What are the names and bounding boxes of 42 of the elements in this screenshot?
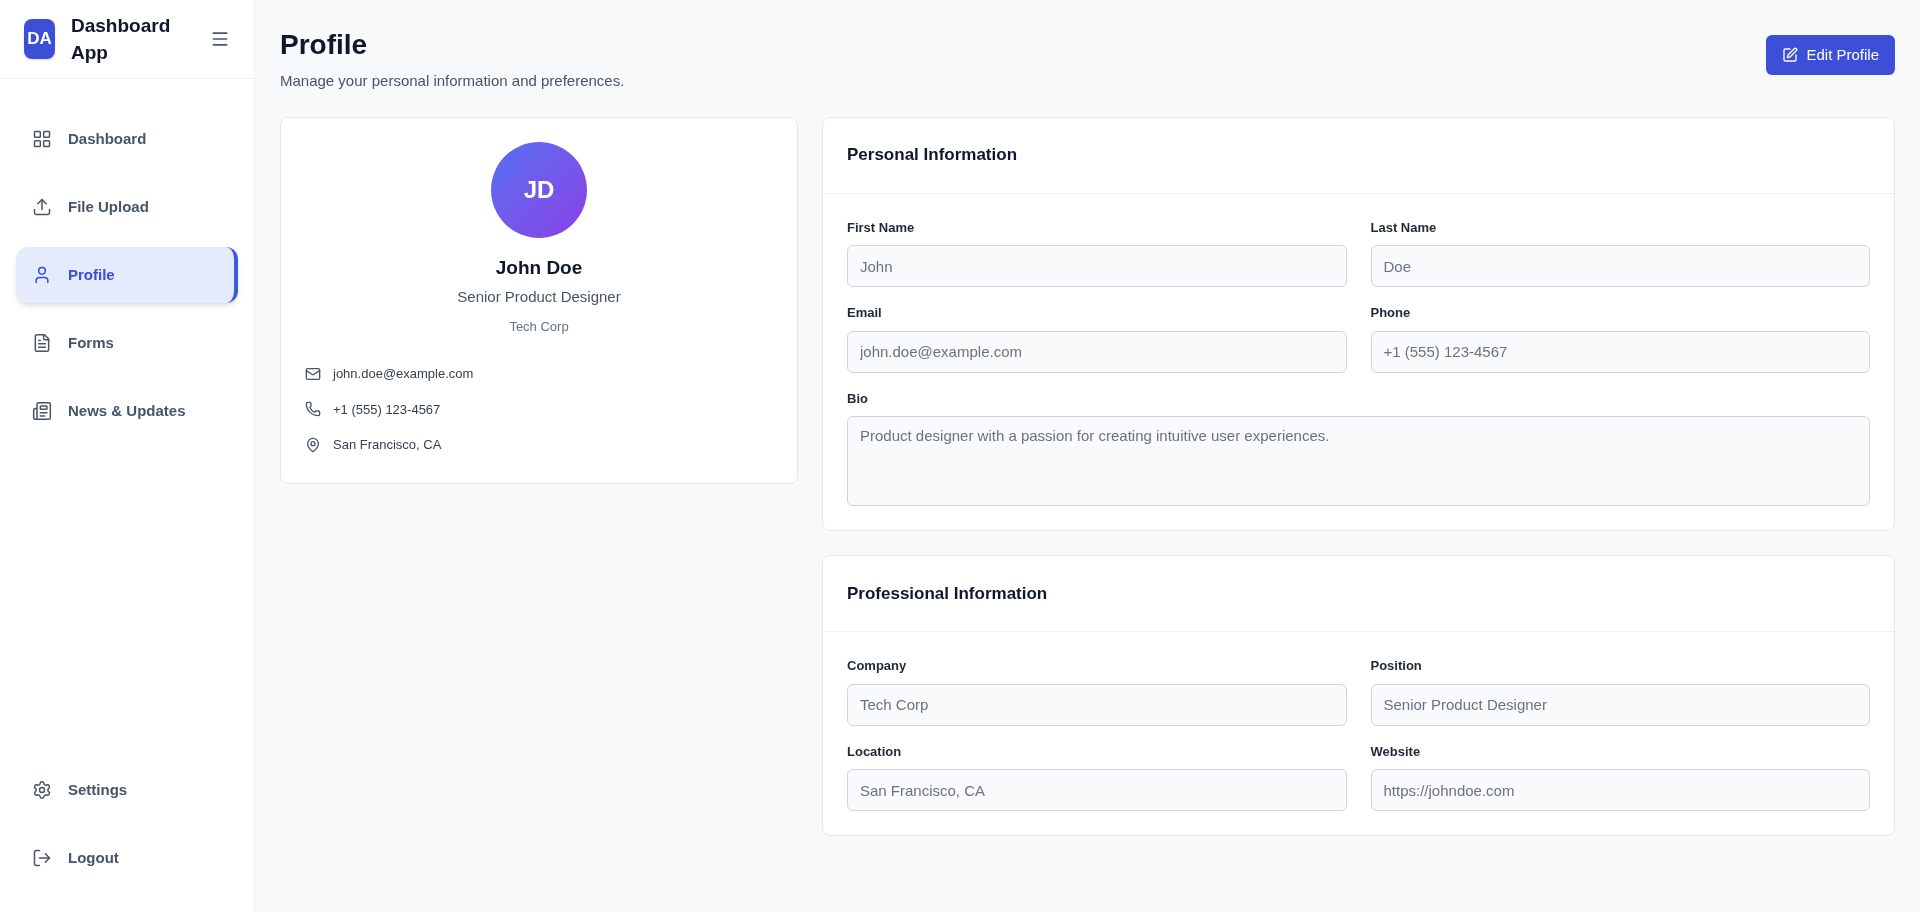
field-label: Location: [847, 742, 903, 761]
contact-text: john.doe@example.com: [333, 365, 474, 383]
mail-icon: [305, 365, 321, 382]
user-icon: [32, 265, 52, 285]
sidebar-item[interactable]: Forms: [16, 315, 238, 371]
profile-role: Senior Product Designer: [457, 287, 621, 307]
edit-profile-button[interactable]: Edit Profile: [1766, 35, 1895, 75]
document-icon: [32, 333, 52, 353]
app-name: Dashboard App: [71, 14, 172, 65]
dashboard-icon: [32, 129, 52, 149]
menu-icon[interactable]: [210, 29, 230, 49]
sidebar-item[interactable]: File Upload: [16, 179, 238, 235]
sidebar-item[interactable]: Profile: [16, 247, 238, 303]
settings-icon: [32, 780, 52, 800]
field-label: Last Name: [1370, 218, 1438, 237]
newspaper-icon: [32, 401, 52, 421]
contact-text: San Francisco, CA: [333, 436, 442, 454]
app-logo: DA: [24, 19, 55, 59]
field-label: Position: [1370, 657, 1423, 675]
field-label: First Name: [847, 218, 916, 237]
field-label: Bio: [847, 389, 869, 408]
phone-icon: [305, 401, 321, 418]
sidebar-item[interactable]: Dashboard: [16, 111, 238, 167]
avatar: JD: [491, 141, 587, 238]
contact-text: +1 (555) 123-4567: [333, 400, 441, 419]
sidebar-item[interactable]: News & Updates: [16, 383, 238, 439]
field-label: Phone: [1370, 304, 1412, 322]
sidebar-item[interactable]: Logout: [16, 830, 238, 886]
edit-icon: [1782, 47, 1799, 63]
section-title: Professional Information: [847, 582, 1048, 605]
section-title: Personal Information: [847, 144, 1018, 167]
profile-company: Tech Corp: [509, 317, 569, 336]
logout-icon: [32, 848, 52, 868]
map-pin-icon: [305, 436, 321, 453]
field-label: Email: [847, 304, 883, 322]
page-subtitle: Manage your personal information and preferences.: [280, 71, 625, 91]
page-title: Profile: [280, 28, 369, 62]
sidebar-item[interactable]: Settings: [16, 762, 238, 818]
field-label: Company: [847, 657, 908, 675]
profile-name: John Doe: [495, 255, 583, 280]
upload-icon: [32, 197, 52, 217]
field-label: Website: [1370, 742, 1422, 761]
